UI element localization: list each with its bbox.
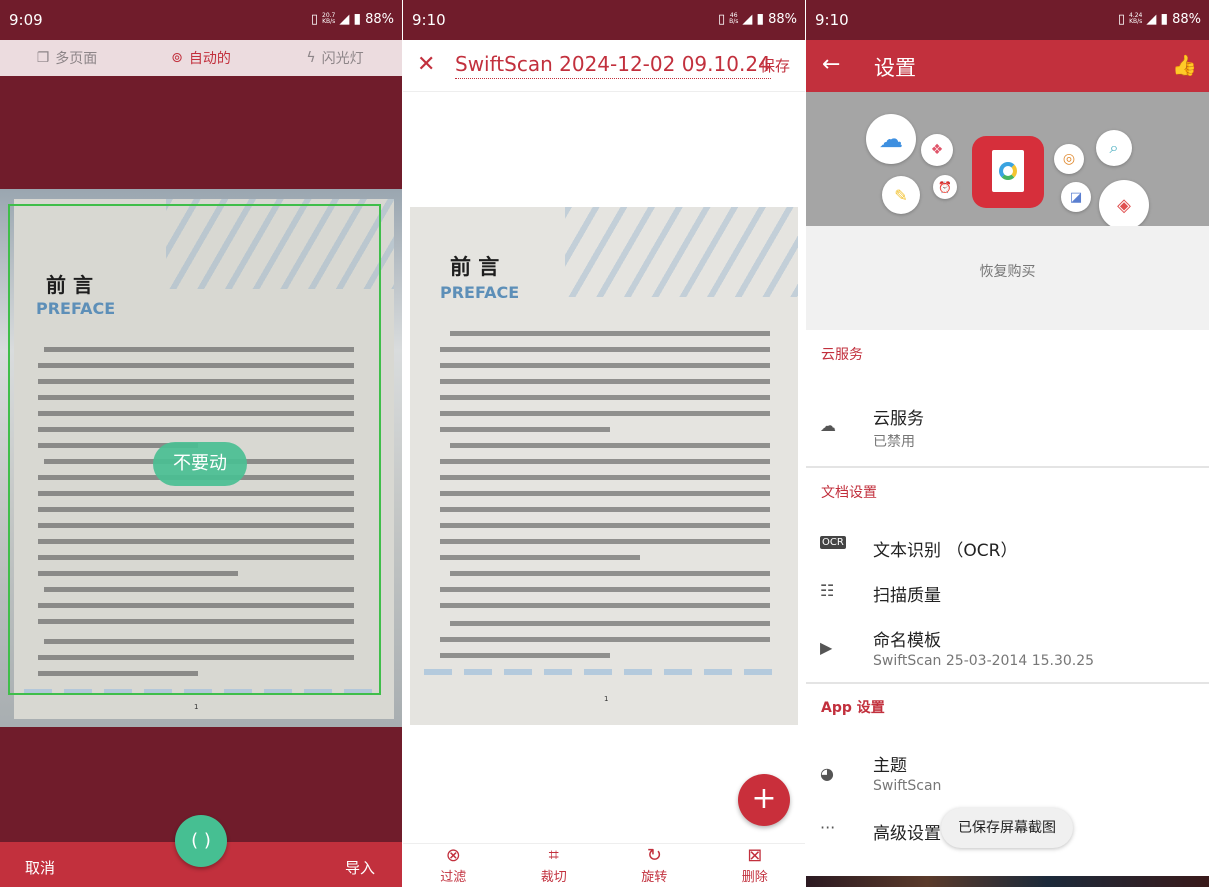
section-document: 文档设置 bbox=[821, 485, 877, 501]
restore-purchase-button[interactable]: 恢复购买 bbox=[806, 226, 1209, 330]
palette-icon: ❖ bbox=[921, 134, 953, 166]
back-arrow-icon[interactable]: ← bbox=[822, 52, 840, 77]
panel-divider bbox=[805, 0, 806, 887]
signal-icon: ◢ bbox=[1146, 11, 1157, 27]
search-icon: ⌕ bbox=[1096, 130, 1132, 166]
battery-level: 88% bbox=[365, 11, 394, 27]
setting-theme[interactable]: ◕ 主题 SwiftScan bbox=[806, 740, 1209, 800]
rotate-button[interactable]: ↻ 旋转 bbox=[604, 844, 705, 887]
alarm-icon: ⏰ bbox=[933, 175, 957, 199]
status-bar: 9:10 ▯ 4.24 KB/s ◢ ▮ 88% bbox=[806, 0, 1209, 40]
editor-toolbar: ⊗ 过滤 ⌗ 裁切 ↻ 旋转 ⊠ 删除 bbox=[403, 843, 805, 887]
status-icons: ▯ 20.7 KB/s ◢ ▮ 88% bbox=[311, 11, 394, 27]
shapes-icon: ◪ bbox=[1061, 182, 1091, 212]
highlighter-icon: ✎ bbox=[882, 176, 920, 214]
page-decoration bbox=[565, 207, 798, 297]
color-wheel-icon: ◎ bbox=[1054, 144, 1084, 174]
setting-naming-template[interactable]: ▶ 命名模板 SwiftScan 25-03-2014 15.30.25 bbox=[806, 616, 1209, 678]
flash-icon: ϟ bbox=[306, 50, 316, 66]
thumbs-up-icon[interactable]: 👍 bbox=[1172, 53, 1197, 77]
settings-app-bar: ← 设置 👍 bbox=[806, 40, 1209, 92]
section-app: App 设置 bbox=[821, 700, 885, 716]
shapes-color-icon: ◈ bbox=[1099, 180, 1149, 230]
document-heading: 前 言 bbox=[450, 254, 500, 279]
rotate-icon: ↻ bbox=[646, 845, 662, 866]
document-title-field[interactable]: SwiftScan 2024-12-02 09.10.24 bbox=[455, 52, 771, 79]
status-bar: 9:10 ▯ 46 B/s ◢ ▮ 88% bbox=[403, 0, 805, 40]
status-time: 9:10 bbox=[412, 11, 446, 29]
editor-screen: 9:10 ▯ 46 B/s ◢ ▮ 88% ✕ SwiftScan 2024-12… bbox=[403, 0, 805, 887]
save-button[interactable]: 保存 bbox=[760, 55, 790, 76]
battery-icon: ▮ bbox=[353, 11, 362, 27]
setting-ocr[interactable]: OCR 文本识别 （OCR） bbox=[806, 526, 1209, 566]
status-icons: ▯ 4.24 KB/s ◢ ▮ 88% bbox=[1118, 11, 1201, 27]
page-title: 设置 bbox=[874, 56, 916, 80]
battery-icon: ▮ bbox=[1160, 11, 1169, 27]
divider bbox=[806, 682, 1209, 684]
editor-title-bar: ✕ SwiftScan 2024-12-02 09.10.24 保存 bbox=[403, 40, 805, 92]
premium-banner[interactable]: ☁ ❖ ✎ ⏰ ◎ ⌕ ◪ ◈ bbox=[806, 92, 1209, 230]
battery-level: 88% bbox=[1172, 11, 1201, 27]
mode-multipage[interactable]: ❐ 多页面 bbox=[0, 48, 134, 68]
ocr-icon: OCR bbox=[820, 536, 846, 549]
add-page-button[interactable]: + bbox=[738, 774, 790, 826]
setting-scan-quality[interactable]: ☷ 扫描质量 bbox=[806, 571, 1209, 611]
label-tag-icon: ▶ bbox=[820, 638, 833, 657]
status-bar: 9:09 ▯ 20.7 KB/s ◢ ▮ 88% bbox=[0, 0, 402, 40]
network-speed: 46 B/s bbox=[729, 12, 739, 25]
page-number: 1 bbox=[604, 695, 609, 703]
mode-flash[interactable]: ϟ 闪光灯 bbox=[268, 48, 402, 68]
settings-screen: 9:10 ▯ 4.24 KB/s ◢ ▮ 88% ← 设置 👍 ☁ ❖ ✎ ⏰ ◎… bbox=[806, 0, 1209, 887]
document-subheading: PREFACE bbox=[440, 283, 520, 302]
network-speed: 4.24 KB/s bbox=[1129, 12, 1143, 25]
signal-icon: ◢ bbox=[742, 11, 753, 27]
cloud-icon: ☁ bbox=[820, 416, 836, 435]
close-icon[interactable]: ✕ bbox=[417, 52, 435, 77]
status-time: 9:10 bbox=[815, 11, 849, 29]
capture-mode-bar: ❐ 多页面 ⊚ 自动的 ϟ 闪光灯 bbox=[0, 40, 402, 76]
setting-cloud-service[interactable]: ☁ 云服务 已禁用 bbox=[806, 380, 1209, 466]
spinner-icon: ( ) bbox=[191, 830, 211, 851]
page-number: 1 bbox=[194, 703, 199, 711]
crop-icon: ⌗ bbox=[548, 845, 559, 866]
auto-icon: ⊚ bbox=[171, 50, 183, 66]
camera-screen: 9:09 ▯ 20.7 KB/s ◢ ▮ 88% ❐ 多页面 ⊚ 自动的 ϟ 闪光… bbox=[0, 0, 402, 887]
crop-button[interactable]: ⌗ 裁切 bbox=[504, 844, 605, 887]
shutter-button[interactable]: ( ) bbox=[175, 815, 227, 867]
background-strip bbox=[806, 876, 1209, 887]
section-cloud: 云服务 bbox=[821, 347, 863, 363]
more-dots-icon: ··· bbox=[820, 818, 836, 837]
filter-button[interactable]: ⊗ 过滤 bbox=[403, 844, 504, 887]
status-time: 9:09 bbox=[9, 11, 43, 29]
delete-icon: ⊠ bbox=[747, 845, 763, 866]
status-icons: ▯ 46 B/s ◢ ▮ 88% bbox=[718, 11, 797, 27]
pages-icon: ❐ bbox=[36, 50, 50, 66]
import-button[interactable]: 导入 bbox=[345, 857, 375, 878]
panel-divider bbox=[402, 0, 403, 887]
sliders-icon: ☷ bbox=[820, 581, 835, 600]
divider bbox=[806, 466, 1209, 468]
battery-icon: ▮ bbox=[756, 11, 765, 27]
battery-level: 88% bbox=[768, 11, 797, 27]
hold-still-hint: 不要动 bbox=[153, 442, 247, 486]
swiftscan-logo bbox=[972, 136, 1044, 208]
palette-icon: ◕ bbox=[820, 764, 834, 783]
cloud-icon: ☁ bbox=[866, 114, 916, 164]
filter-icon: ⊗ bbox=[445, 845, 461, 866]
vibrate-icon: ▯ bbox=[1117, 11, 1126, 27]
delete-button[interactable]: ⊠ 删除 bbox=[705, 844, 806, 887]
vibrate-icon: ▯ bbox=[310, 11, 319, 27]
signal-icon: ◢ bbox=[339, 11, 350, 27]
plus-icon: + bbox=[751, 781, 777, 816]
page-canvas: 前 言 PREFACE 1 bbox=[403, 93, 805, 843]
scanned-page[interactable]: 前 言 PREFACE 1 bbox=[410, 207, 798, 725]
screenshot-saved-toast: 已保存屏幕截图 bbox=[941, 808, 1073, 848]
cancel-button[interactable]: 取消 bbox=[25, 857, 55, 878]
mode-auto[interactable]: ⊚ 自动的 bbox=[134, 48, 268, 68]
vibrate-icon: ▯ bbox=[717, 11, 726, 27]
network-speed: 20.7 KB/s bbox=[322, 12, 336, 25]
